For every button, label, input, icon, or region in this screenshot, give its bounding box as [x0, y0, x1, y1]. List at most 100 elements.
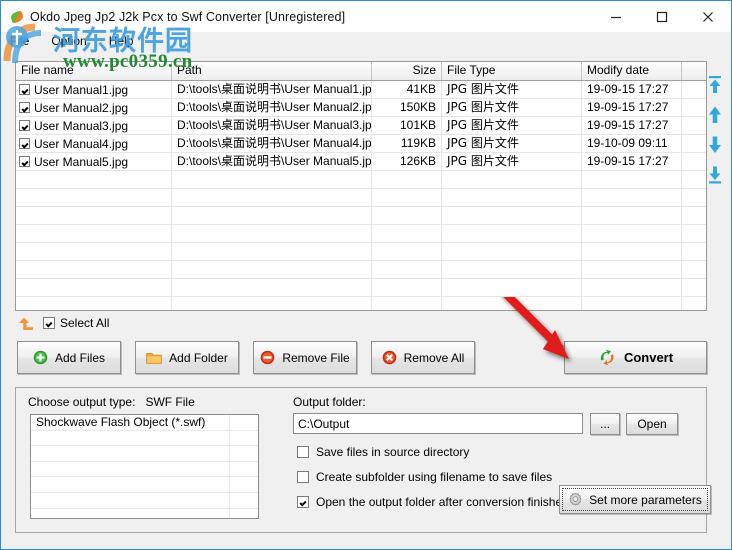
- cell-file-type: JPG 图片文件: [442, 81, 582, 98]
- cell-modify-date: 19-10-09 09:11: [582, 135, 682, 152]
- window-controls: [593, 1, 731, 32]
- cell-modify-date: [582, 279, 682, 296]
- cell-file-name: [16, 171, 172, 188]
- cell-modify-date: 19-09-15 17:27: [582, 117, 682, 134]
- list-item[interactable]: [31, 430, 258, 447]
- column-header-modify-date[interactable]: Modify date: [582, 62, 682, 80]
- cell-file-type: JPG 图片文件: [442, 153, 582, 170]
- add-files-button[interactable]: Add Files: [17, 341, 121, 374]
- cell-spacer: [682, 225, 706, 242]
- column-header-file-type[interactable]: File Type: [442, 62, 582, 80]
- list-item-side: [230, 493, 258, 508]
- cell-size: [372, 189, 442, 206]
- list-item[interactable]: [31, 461, 258, 478]
- row-checkbox[interactable]: [19, 138, 30, 149]
- set-more-parameters-label: Set more parameters: [589, 492, 702, 507]
- create-subfolder-checkbox[interactable]: Create subfolder using filename to save …: [297, 470, 552, 484]
- menu-item-help[interactable]: Help: [107, 34, 136, 48]
- convert-button[interactable]: Convert: [564, 341, 707, 374]
- output-type-label: Choose output type: SWF File: [28, 395, 195, 409]
- column-header-spacer[interactable]: [682, 62, 706, 80]
- remove-all-button[interactable]: Remove All: [371, 341, 475, 374]
- remove-file-button[interactable]: Remove File: [253, 341, 357, 374]
- list-item-label: [31, 508, 230, 518]
- output-type-list[interactable]: Shockwave Flash Object (*.swf): [30, 414, 259, 519]
- list-item-side: [230, 509, 258, 518]
- column-header-file-name[interactable]: File name: [16, 62, 172, 80]
- table-row[interactable]: [16, 189, 706, 207]
- list-item-side: [230, 446, 258, 461]
- cell-modify-date: [582, 297, 682, 310]
- list-item[interactable]: [31, 477, 258, 493]
- create-subfolder-checkbox-box[interactable]: [297, 471, 309, 483]
- menu-item-file[interactable]: File: [8, 34, 31, 48]
- browse-folder-button[interactable]: ...: [590, 413, 620, 435]
- save-in-source-label: Save files in source directory: [316, 445, 470, 459]
- set-more-parameters-button[interactable]: Set more parameters: [559, 485, 711, 514]
- select-all-checkbox[interactable]: Select All: [43, 316, 109, 330]
- column-header-size[interactable]: Size: [372, 62, 442, 80]
- cell-file-name-text: User Manual5.jpg: [34, 154, 129, 169]
- row-checkbox[interactable]: [19, 102, 30, 113]
- remove-cross-icon: [382, 350, 396, 365]
- table-row[interactable]: [16, 207, 706, 225]
- file-list-body[interactable]: User Manual1.jpg D:\tools\桌面说明书\User Manu…: [16, 81, 706, 310]
- cell-path: [172, 261, 372, 278]
- table-row[interactable]: User Manual4.jpg D:\tools\桌面说明书\User Manu…: [16, 135, 706, 153]
- cell-path: [172, 243, 372, 260]
- minimize-button[interactable]: [593, 1, 639, 32]
- add-green-plus-icon: [33, 350, 48, 365]
- output-folder-input[interactable]: [293, 413, 583, 434]
- cell-file-type: [442, 279, 582, 296]
- list-item[interactable]: Shockwave Flash Object (*.swf): [31, 415, 258, 431]
- maximize-button[interactable]: [639, 1, 685, 32]
- table-row[interactable]: [16, 261, 706, 279]
- open-folder-button[interactable]: Open: [626, 413, 678, 435]
- menu-item-option[interactable]: Option: [49, 34, 88, 48]
- save-in-source-checkbox[interactable]: Save files in source directory: [297, 445, 469, 459]
- row-checkbox[interactable]: [19, 84, 30, 95]
- table-row[interactable]: [16, 297, 706, 310]
- cell-size: [372, 243, 442, 260]
- open-folder-label: Open: [637, 417, 667, 431]
- list-item[interactable]: [31, 508, 258, 518]
- cell-modify-date: 19-09-15 17:27: [582, 153, 682, 170]
- row-checkbox[interactable]: [19, 120, 30, 131]
- table-row[interactable]: User Manual3.jpg D:\tools\桌面说明书\User Manu…: [16, 117, 706, 135]
- list-item-side: [230, 462, 258, 477]
- column-header-path[interactable]: Path: [172, 62, 372, 80]
- file-list[interactable]: File name Path Size File Type Modify dat…: [15, 61, 707, 311]
- table-row[interactable]: User Manual1.jpg D:\tools\桌面说明书\User Manu…: [16, 81, 706, 99]
- select-all-checkbox-box[interactable]: [43, 317, 55, 329]
- move-up-icon[interactable]: [706, 105, 724, 124]
- browse-folder-label: ...: [599, 417, 610, 431]
- cell-modify-date: [582, 243, 682, 260]
- cell-file-type: [442, 261, 582, 278]
- cell-size: 119KB: [372, 135, 442, 152]
- close-button[interactable]: [685, 1, 731, 32]
- add-folder-button[interactable]: Add Folder: [135, 341, 239, 374]
- table-row[interactable]: [16, 243, 706, 261]
- move-to-top-icon[interactable]: [706, 75, 724, 94]
- move-to-bottom-icon[interactable]: [706, 165, 724, 184]
- cell-modify-date: [582, 171, 682, 188]
- cell-spacer: [682, 279, 706, 296]
- open-after-conversion-checkbox-box[interactable]: [297, 496, 309, 508]
- save-in-source-checkbox-box[interactable]: [297, 446, 309, 458]
- table-row[interactable]: [16, 279, 706, 297]
- cell-spacer: [682, 81, 706, 98]
- open-after-conversion-checkbox[interactable]: Open the output folder after conversion …: [297, 495, 569, 509]
- cell-size: 126KB: [372, 153, 442, 170]
- move-up-folder-icon[interactable]: [17, 315, 35, 331]
- list-item[interactable]: [31, 492, 258, 509]
- select-all-label: Select All: [60, 316, 110, 330]
- table-row[interactable]: [16, 171, 706, 189]
- row-checkbox[interactable]: [19, 156, 30, 167]
- table-row[interactable]: User Manual2.jpg D:\tools\桌面说明书\User Manu…: [16, 99, 706, 117]
- table-row[interactable]: [16, 225, 706, 243]
- table-row[interactable]: User Manual5.jpg D:\tools\桌面说明书\User Manu…: [16, 153, 706, 171]
- window-title: Okdo Jpeg Jp2 J2k Pcx to Swf Converter […: [30, 9, 346, 24]
- move-down-icon[interactable]: [706, 135, 724, 154]
- list-item[interactable]: [31, 446, 258, 462]
- list-item-side: [230, 431, 258, 446]
